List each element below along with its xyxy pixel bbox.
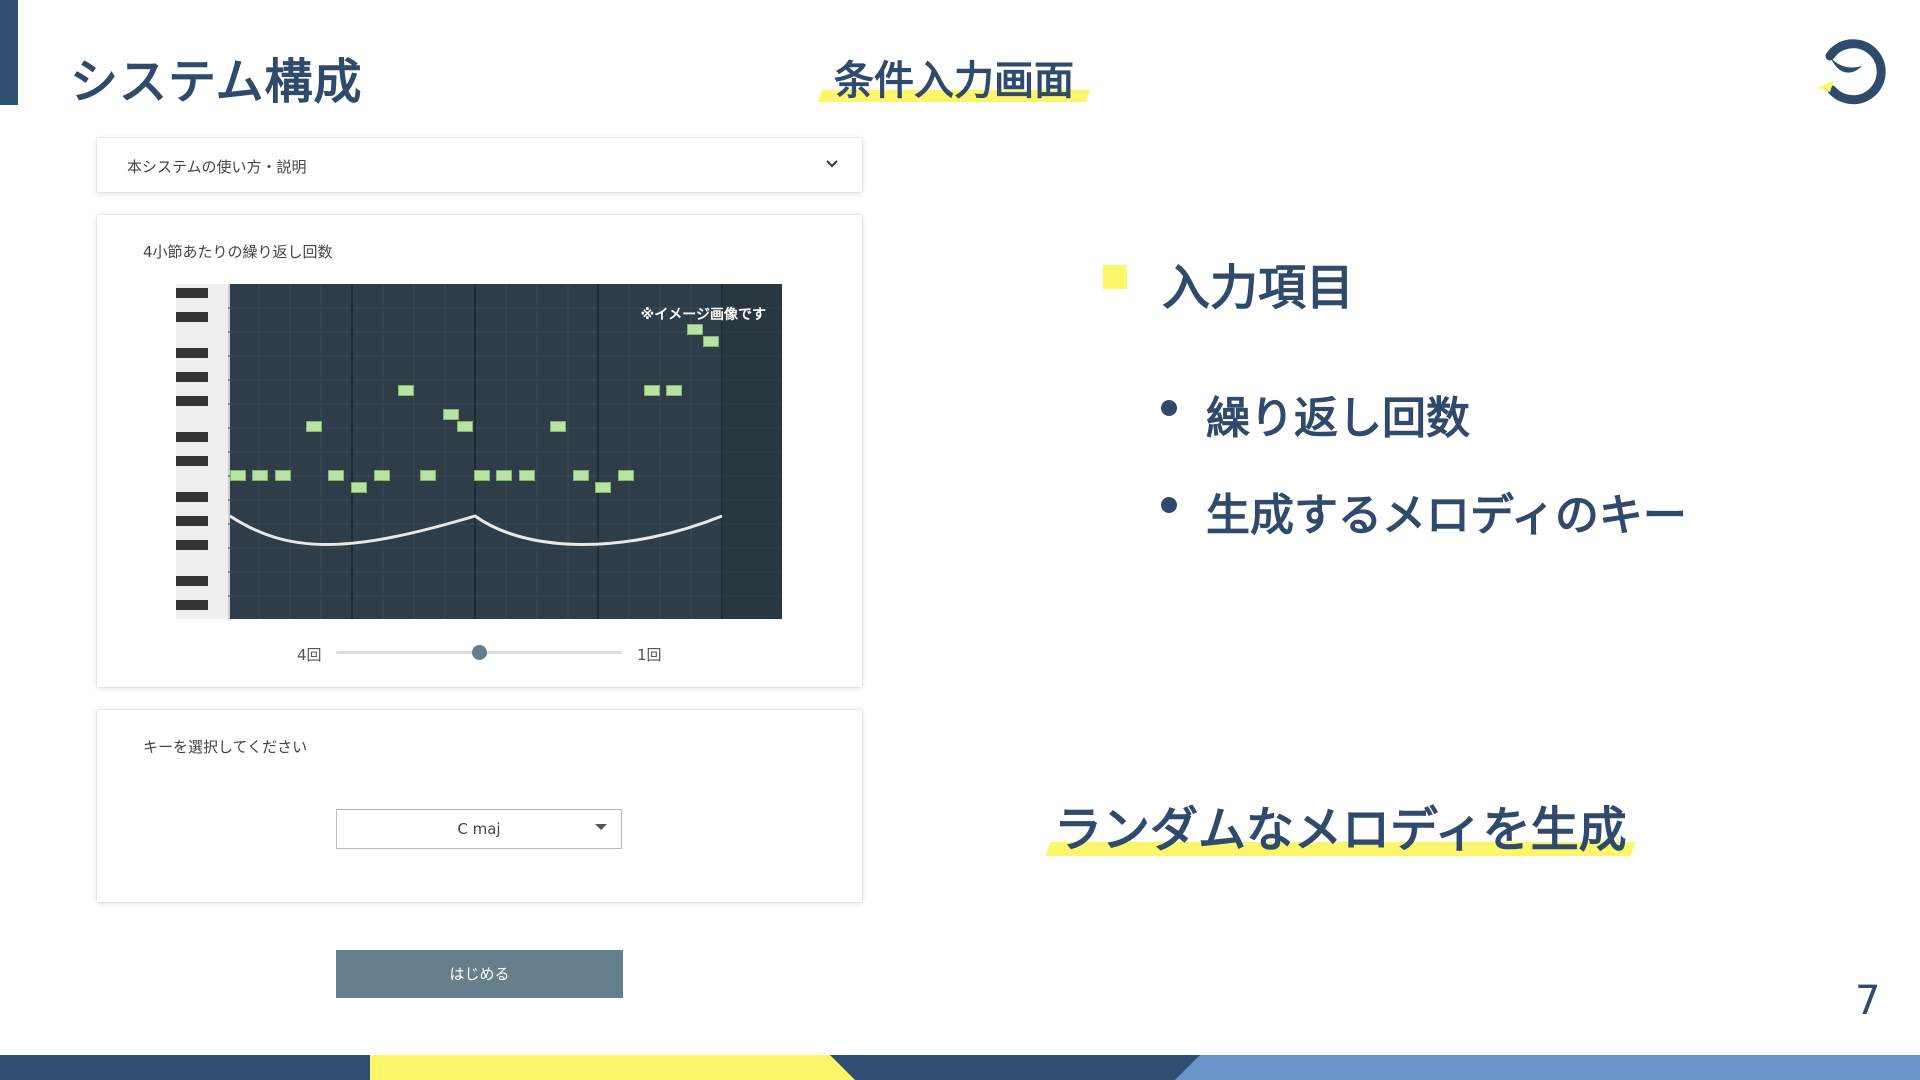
usage-accordion[interactable]: 本システムの使い方・説明 bbox=[97, 138, 862, 192]
bullet-item: 繰り返し回数 bbox=[1206, 393, 1470, 444]
bottom-decor-bar bbox=[0, 1055, 1920, 1080]
logo-icon bbox=[1818, 39, 1886, 105]
bottom-note-block: ランダムなメロディを生成 bbox=[1045, 790, 1636, 860]
repeat-slider-thumb[interactable] bbox=[471, 645, 487, 660]
image-caption: ※イメージ画像です bbox=[640, 307, 766, 323]
caret-down-icon bbox=[595, 824, 607, 830]
page-number: 7 bbox=[1855, 978, 1881, 1024]
bottom-note: ランダムなメロディを生成 bbox=[1054, 802, 1627, 858]
input-items-heading: 入力項目 bbox=[1162, 260, 1355, 316]
repeat-count-label: 4小節あたりの繰り返し回数 bbox=[143, 243, 333, 261]
key-select-value: C maj bbox=[457, 820, 501, 838]
slide-subtitle: 条件入力画面 bbox=[834, 58, 1074, 104]
bullet-item: 生成するメロディのキー bbox=[1206, 490, 1687, 541]
square-bullet-icon bbox=[1103, 265, 1127, 289]
piano-keys bbox=[176, 284, 230, 619]
slider-min-label: 4回 bbox=[297, 646, 322, 664]
repeat-count-card: 4小節あたりの繰り返し回数 ※イメージ画像です 4回 1回 bbox=[97, 215, 862, 687]
slide-accent-bar bbox=[0, 0, 18, 105]
key-select-label: キーを選択してください bbox=[143, 738, 308, 756]
accordion-label: 本システムの使い方・説明 bbox=[127, 158, 307, 176]
key-select-card: キーを選択してください C maj bbox=[97, 710, 862, 902]
slide-title: システム構成 bbox=[70, 54, 363, 110]
bullet-dot-icon bbox=[1161, 497, 1177, 513]
piano-roll-image: ※イメージ画像です bbox=[176, 284, 782, 619]
chevron-down-icon[interactable] bbox=[824, 155, 840, 171]
subtitle-block: 条件入力画面 bbox=[817, 48, 1091, 106]
key-select-dropdown[interactable]: C maj bbox=[336, 809, 622, 849]
bullet-dot-icon bbox=[1161, 400, 1177, 416]
start-button[interactable]: はじめる bbox=[336, 950, 623, 998]
slider-max-label: 1回 bbox=[637, 646, 662, 664]
